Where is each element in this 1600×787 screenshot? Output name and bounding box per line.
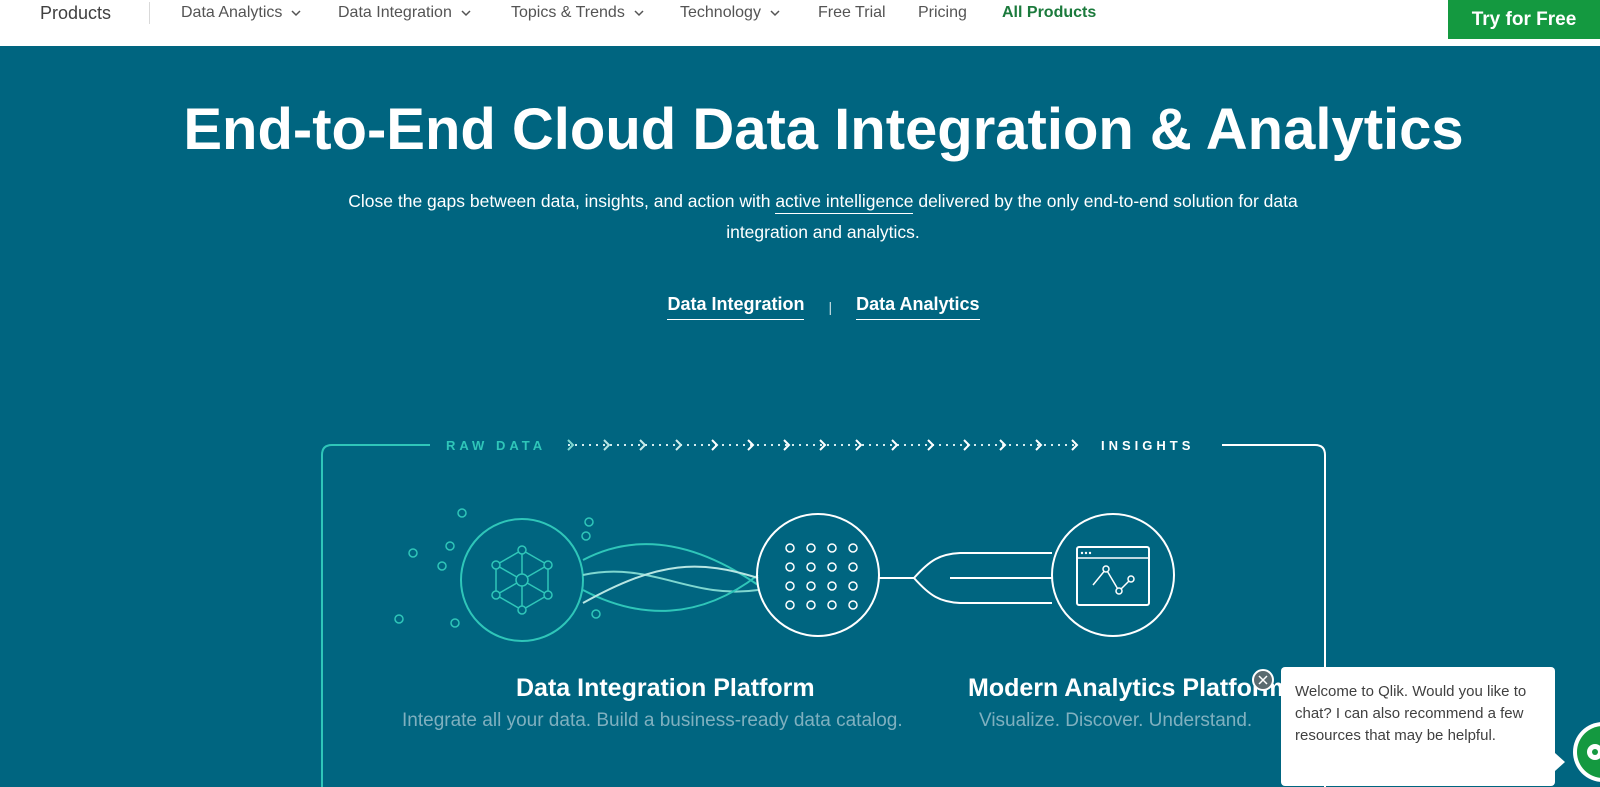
frame-right-line [1222,444,1326,670]
modern-analytics-platform-title[interactable]: Modern Analytics Platform [968,674,1284,703]
chat-bot-avatar[interactable] [1573,722,1600,782]
chat-bot-icon [1577,726,1600,778]
data-integration-platform-subtitle: Integrate all your data. Build a busines… [402,710,903,731]
flow-arrows [567,439,1079,451]
raw-data-label: RAW DATA [446,438,547,453]
frame-left-line [321,444,430,787]
data-integration-node-icon [460,518,584,642]
analytics-flow-lines [879,552,1052,604]
analytics-chart-icon [1051,513,1175,637]
data-integration-platform-title[interactable]: Data Integration Platform [516,674,815,703]
chat-message: Welcome to Qlik. Would you like to chat?… [1295,683,1527,744]
chat-welcome-bubble[interactable]: Welcome to Qlik. Would you like to chat?… [1281,667,1565,786]
insights-label: INSIGHTS [1101,438,1195,453]
data-catalog-node-icon [756,513,880,637]
modern-analytics-platform-subtitle: Visualize. Discover. Understand. [979,710,1253,731]
integration-flow-lines [582,543,759,612]
close-icon[interactable] [1252,669,1274,691]
close-icon-glyph [1258,675,1268,685]
